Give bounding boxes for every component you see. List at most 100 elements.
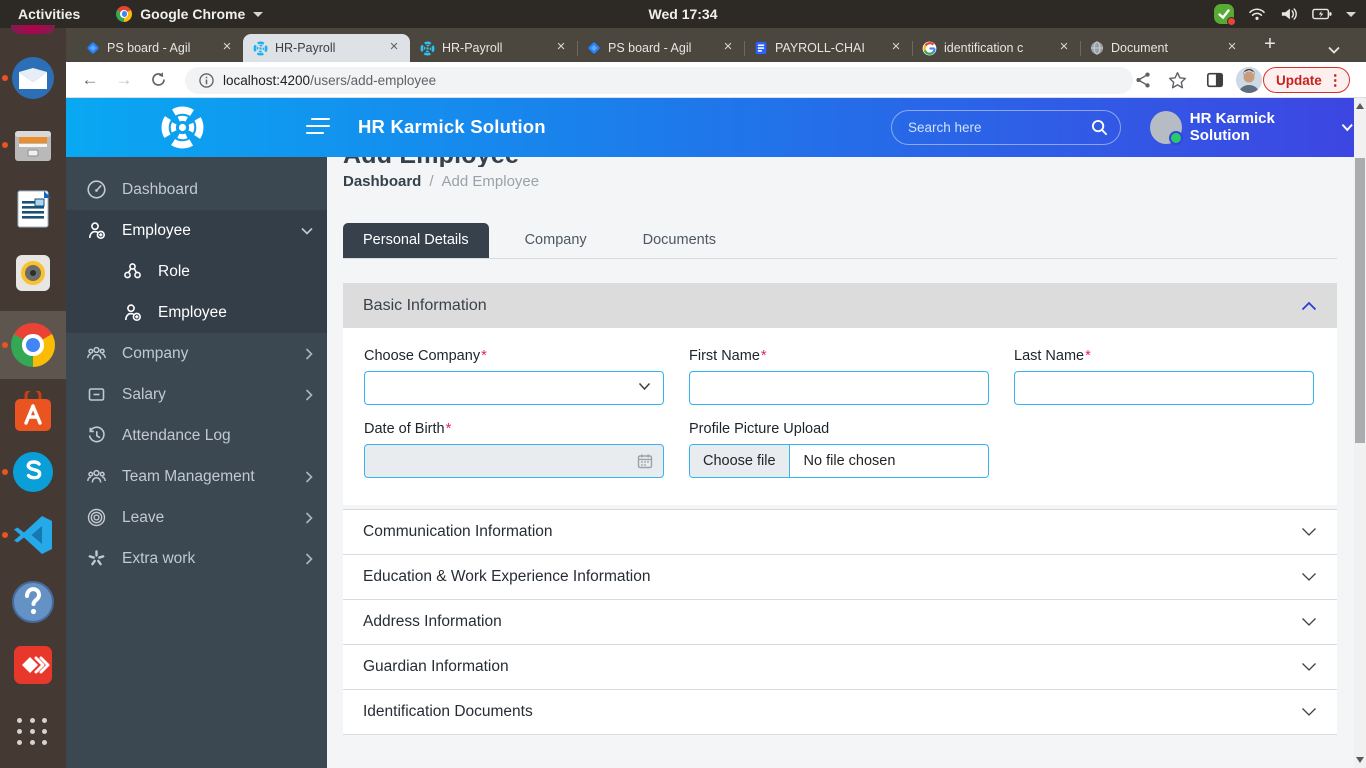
volume-icon[interactable] (1280, 6, 1298, 22)
browser-tab-document[interactable]: Document × (1080, 34, 1248, 62)
tab-search-chevron-icon[interactable] (1328, 46, 1366, 54)
app-logo-icon[interactable] (160, 105, 205, 150)
chevron-up-icon[interactable] (1301, 301, 1317, 311)
close-icon[interactable]: × (888, 40, 904, 56)
chevron-down-icon (301, 227, 313, 235)
profile-picture-file-input[interactable]: Choose file No file chosen (689, 444, 989, 478)
battery-icon[interactable] (1312, 7, 1332, 21)
basic-information-card: Basic Information Choose Company* First … (343, 283, 1337, 505)
clock[interactable]: Wed 17:34 (649, 6, 718, 22)
update-button[interactable]: Update ⋮ (1263, 67, 1350, 93)
close-icon[interactable]: × (1056, 40, 1072, 56)
show-applications-icon[interactable] (17, 718, 49, 745)
basic-information-header[interactable]: Basic Information (343, 283, 1337, 328)
activities-button[interactable]: Activities (0, 6, 98, 22)
calendar-icon[interactable] (637, 453, 653, 469)
kebab-menu-icon[interactable]: ⋮ (1328, 71, 1343, 89)
tray-chevron-down-icon[interactable] (1346, 12, 1356, 17)
browser-profile-avatar[interactable] (1236, 67, 1262, 93)
search-icon[interactable] (1091, 119, 1108, 136)
field-date-of-birth: Date of Birth* (364, 421, 664, 478)
tab-company[interactable]: Company (505, 223, 607, 258)
company-icon (86, 343, 107, 364)
user-menu[interactable]: HR Karmick Solution (1150, 110, 1354, 144)
sidebar-item-team-management[interactable]: Team Management (66, 456, 327, 497)
sidebar-item-leave[interactable]: Leave (66, 497, 327, 538)
scrollbar-thumb[interactable] (1355, 158, 1365, 443)
dob-input[interactable] (364, 444, 664, 478)
sidebar-item-dashboard[interactable]: Dashboard (66, 169, 327, 210)
dock-skype-icon[interactable] (11, 450, 55, 494)
sidebar-item-employee[interactable]: Employee (66, 210, 327, 251)
browser-tab-ps-board-2[interactable]: PS board - Agil × (577, 34, 744, 62)
dock-rhythmbox-icon[interactable] (11, 251, 55, 295)
browser-tab-payroll-doc[interactable]: PAYROLL-CHAI × (744, 34, 912, 62)
address-bar[interactable]: localhost:4200/users/add-employee (185, 67, 1133, 94)
reload-button[interactable] (146, 68, 170, 92)
dock-software-icon[interactable] (11, 391, 55, 435)
tab-personal-details[interactable]: Personal Details (343, 223, 489, 258)
browser-tab-hr-payroll-2[interactable]: HR-Payroll × (410, 34, 577, 62)
bookmark-star-icon[interactable] (1168, 67, 1187, 93)
screen-record-indicator-icon[interactable] (1214, 4, 1234, 24)
close-icon[interactable]: × (219, 40, 235, 56)
app-menu[interactable]: Google Chrome (116, 6, 263, 22)
accordion-guardian[interactable]: Guardian Information (343, 645, 1337, 690)
sidebar-subitem-role[interactable]: Role (66, 251, 327, 292)
sidebar-item-company[interactable]: Company (66, 333, 327, 374)
dock-thunderbird-icon[interactable] (11, 56, 55, 100)
dock-firefox-icon[interactable] (11, 25, 55, 34)
tab-documents[interactable]: Documents (623, 223, 736, 258)
close-icon[interactable]: × (386, 40, 402, 56)
last-name-input[interactable] (1014, 371, 1314, 405)
first-name-input[interactable] (689, 371, 989, 405)
dock-writer-icon[interactable] (11, 187, 55, 231)
scroll-up-icon[interactable] (1356, 103, 1364, 109)
sidebar-subitem-employee[interactable]: Employee (66, 292, 327, 333)
breadcrumb-dashboard[interactable]: Dashboard (343, 173, 421, 190)
role-icon (122, 261, 143, 282)
close-icon[interactable]: × (553, 40, 569, 56)
browser-tab-ps-board-1[interactable]: PS board - Agil × (76, 34, 243, 62)
desktop: Activities Google Chrome Wed 17:34 (0, 0, 1366, 768)
sidebar-item-attendance-log[interactable]: Attendance Log (66, 415, 327, 456)
scroll-down-icon[interactable] (1356, 757, 1364, 763)
dock-remmina-icon[interactable] (11, 643, 55, 687)
company-select[interactable] (364, 371, 664, 405)
chevron-right-icon (305, 553, 313, 565)
accordion-address[interactable]: Address Information (343, 600, 1337, 645)
breadcrumb: Dashboard / Add Employee (343, 173, 539, 190)
back-button[interactable]: ← (78, 68, 102, 92)
forward-button[interactable]: → (112, 68, 136, 92)
accordion-education-work[interactable]: Education & Work Experience Information (343, 555, 1337, 600)
close-icon[interactable]: × (1224, 40, 1240, 56)
dock-archive-icon[interactable] (11, 123, 55, 167)
choose-file-button[interactable]: Choose file (690, 445, 790, 477)
accordion-communication[interactable]: Communication Information (343, 510, 1337, 555)
new-tab-button[interactable]: + (1256, 31, 1284, 59)
page-scrollbar[interactable] (1354, 98, 1366, 768)
browser-tab-identification[interactable]: identification c × (912, 34, 1080, 62)
sidebar-group-employee: Employee Role Employee (66, 210, 327, 333)
search-input[interactable] (908, 120, 1091, 135)
share-button[interactable] (1134, 67, 1152, 93)
close-icon[interactable]: × (720, 40, 736, 56)
header-search[interactable] (891, 110, 1121, 145)
browser-tab-hr-payroll-active[interactable]: HR-Payroll × (243, 34, 410, 62)
dock-vscode-icon[interactable] (11, 513, 55, 557)
sidebar-item-extra-work[interactable]: Extra work (66, 538, 327, 579)
chevron-down-icon (638, 382, 651, 391)
sidebar-toggle-icon[interactable] (306, 118, 330, 136)
dock-chrome-icon[interactable] (11, 323, 55, 367)
wifi-icon[interactable] (1248, 7, 1266, 21)
accordion-identification[interactable]: Identification Documents (343, 690, 1337, 735)
browser-tabstrip: PS board - Agil × HR-Payroll × HR-Payrol… (66, 28, 1366, 62)
dock-help-icon[interactable] (11, 580, 55, 624)
user-avatar (1150, 111, 1182, 144)
file-chosen-status: No file chosen (790, 445, 910, 477)
info-icon[interactable] (199, 73, 214, 88)
employee-add-icon (86, 220, 107, 241)
sidebar-item-salary[interactable]: Salary (66, 374, 327, 415)
hr-payroll-favicon (420, 41, 435, 56)
side-panel-icon[interactable] (1206, 67, 1224, 93)
